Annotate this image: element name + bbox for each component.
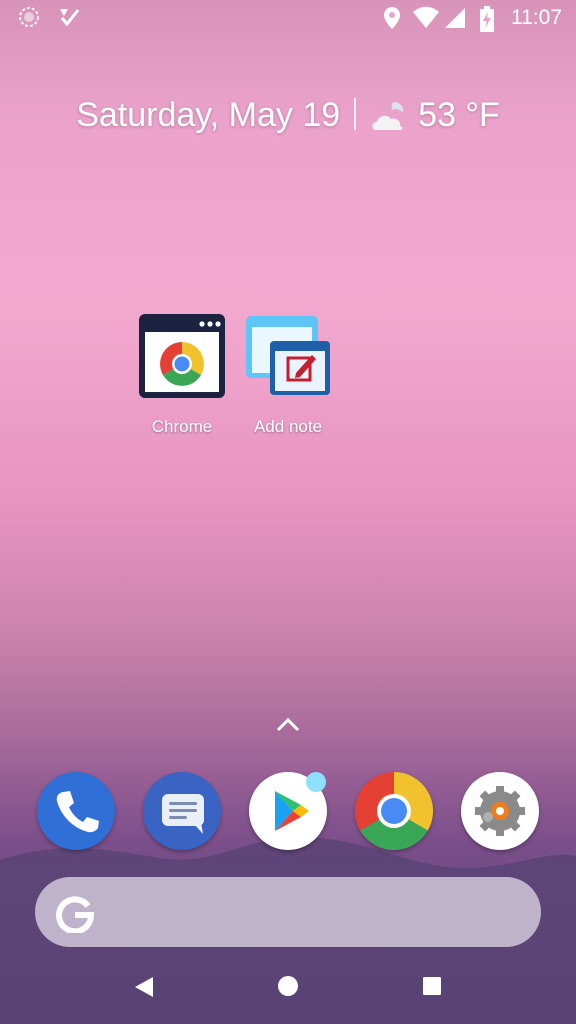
messages-icon[interactable] bbox=[143, 772, 221, 850]
date-weather-widget[interactable]: Saturday, May 19 53 °F bbox=[0, 96, 576, 135]
phone-icon[interactable] bbox=[37, 772, 115, 850]
dock-messages[interactable] bbox=[143, 772, 221, 850]
app-label-add-note: Add note bbox=[253, 417, 323, 436]
status-bar: 11:07 bbox=[0, 0, 576, 40]
chrome-shortcut-icon[interactable] bbox=[138, 313, 226, 399]
wifi-icon bbox=[413, 6, 439, 28]
home-icon[interactable] bbox=[277, 975, 299, 997]
dock-settings[interactable] bbox=[461, 772, 539, 850]
temperature-text[interactable]: 53 °F bbox=[418, 96, 500, 134]
notification-check-icon bbox=[60, 9, 80, 27]
sync-icon bbox=[19, 7, 39, 27]
dock-chrome[interactable] bbox=[354, 772, 434, 851]
settings-icon[interactable] bbox=[461, 772, 539, 850]
partly-cloudy-night-icon[interactable] bbox=[370, 100, 410, 132]
back-icon[interactable] bbox=[133, 975, 155, 999]
date-text[interactable]: Saturday, May 19 bbox=[76, 96, 340, 134]
navigation-bar bbox=[0, 960, 576, 1024]
add-note-icon[interactable] bbox=[244, 313, 332, 399]
location-icon bbox=[384, 7, 400, 29]
chrome-icon[interactable] bbox=[354, 772, 434, 851]
home-app-add-note[interactable]: Add note bbox=[233, 313, 343, 437]
google-g-icon[interactable] bbox=[55, 893, 95, 933]
app-label-chrome: Chrome bbox=[151, 417, 213, 436]
home-app-chrome[interactable]: Chrome bbox=[127, 313, 237, 437]
battery-charging-icon bbox=[480, 6, 494, 32]
chevron-up-icon[interactable] bbox=[275, 716, 301, 734]
widget-divider bbox=[354, 98, 357, 130]
notification-badge bbox=[306, 772, 326, 792]
status-time: 11:07 bbox=[511, 6, 562, 29]
google-search-bar[interactable] bbox=[35, 877, 541, 947]
dock-phone[interactable] bbox=[37, 772, 115, 850]
recents-icon[interactable] bbox=[422, 976, 442, 996]
cell-signal-icon bbox=[445, 8, 465, 28]
